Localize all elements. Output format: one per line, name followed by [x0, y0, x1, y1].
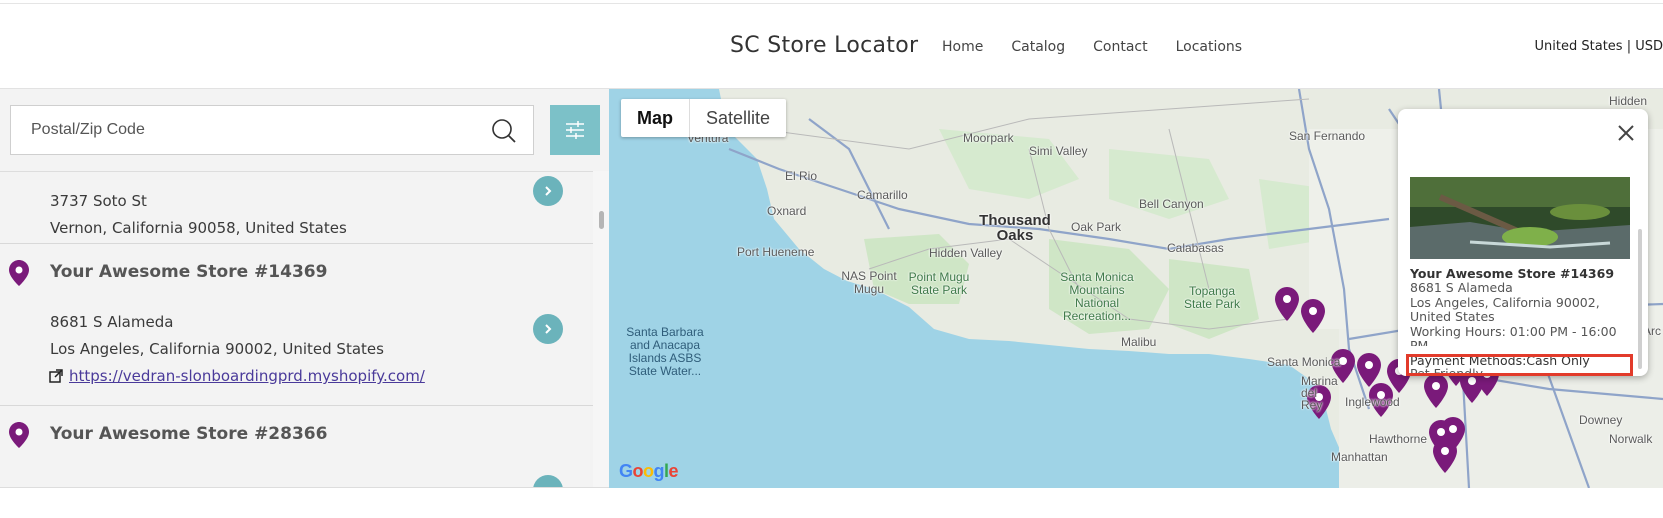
store-photo	[1410, 177, 1630, 259]
store-directions-button[interactable]	[533, 314, 563, 344]
filter-button[interactable]	[550, 105, 600, 155]
page-footer-space	[0, 488, 1663, 518]
map-label-simi-valley: Simi Valley	[1029, 144, 1088, 158]
store-list-item[interactable]: Your Awesome Store #28366	[0, 406, 593, 487]
map-label-calabasas: Calabasas	[1167, 241, 1224, 255]
map-label-camarillo: Camarillo	[857, 188, 908, 202]
map-label-nas-point-mugu: NAS Point Mugu	[841, 269, 897, 296]
map-label-santa-monica: Santa Monica	[1267, 355, 1341, 369]
store-list-panel: 3737 Soto St Vernon, California 90058, U…	[0, 89, 609, 488]
map-label-norwalk: Norwalk	[1609, 432, 1653, 446]
store-name[interactable]: Your Awesome Store #14369	[50, 262, 327, 282]
map-label-el-rio: El Rio	[785, 169, 818, 183]
popup-store-name: Your Awesome Store #14369	[1410, 266, 1615, 281]
main-nav: Home Catalog Contact Locations	[942, 39, 1242, 55]
store-website-url[interactable]: https://vedran-slonboardingprd.myshopify…	[69, 367, 425, 385]
site-title[interactable]: SC Store Locator	[730, 33, 918, 58]
map-label-hidden-valley: Hidden Valley	[929, 246, 1003, 260]
store-directions-button[interactable]	[533, 176, 563, 206]
store-address-line2: Los Angeles, California 90002, United St…	[50, 340, 384, 358]
store-address-line2: Vernon, California 90058, United States	[50, 219, 347, 237]
popup-working-hours-cont: PM	[1410, 338, 1429, 346]
nav-locations[interactable]: Locations	[1176, 39, 1243, 55]
map-type-control: Map Satellite	[621, 99, 787, 137]
nav-contact[interactable]: Contact	[1093, 39, 1147, 55]
search-icon[interactable]	[491, 118, 517, 144]
chevron-right-icon	[545, 186, 552, 196]
map-label-port-hueneme: Port Hueneme	[737, 245, 815, 259]
top-strip	[0, 0, 1663, 4]
map-label-santa-monica-mtns: Santa Monica Mountains National Recreati…	[1060, 270, 1134, 323]
locale-selector[interactable]: United States | USD	[1535, 39, 1663, 54]
popup-address-line2: Los Angeles, California 90002,	[1410, 295, 1600, 310]
store-directions-button[interactable]	[533, 475, 563, 487]
map-label-oxnard: Oxnard	[767, 204, 807, 218]
map-label-inglewood: Inglewood	[1345, 395, 1400, 409]
map-type-satellite-button[interactable]: Satellite	[690, 99, 786, 137]
popup-address-line3: United States	[1410, 309, 1495, 324]
map-label-malibu: Malibu	[1121, 335, 1157, 349]
map-label-bell-canyon: Bell Canyon	[1139, 197, 1204, 211]
popup-working-hours: Working Hours: 01:00 PM - 16:00	[1410, 324, 1617, 339]
store-info-popup: Your Awesome Store #14369 8681 S Alameda…	[1398, 109, 1648, 376]
map-label-topanga-sp: Topanga State Park	[1183, 284, 1241, 311]
store-list-item[interactable]: 3737 Soto St Vernon, California 90058, U…	[0, 172, 593, 244]
nav-home[interactable]: Home	[942, 39, 983, 55]
map-label-thousand-oaks: Thousand Oaks	[979, 212, 1051, 244]
scrollbar-thumb[interactable]	[599, 211, 604, 229]
store-address-line1: 8681 S Alameda	[50, 313, 174, 331]
popup-scrollbar[interactable]	[1638, 229, 1642, 369]
map-label-marina-del-rey: Marina del Rey	[1301, 374, 1338, 412]
map-label-point-mugu-sp: Point Mugu State Park	[908, 270, 970, 297]
map-pin-icon	[9, 422, 29, 448]
search-box	[10, 105, 534, 155]
store-address-line1: 3737 Soto St	[50, 192, 147, 210]
zip-search-input[interactable]	[11, 106, 481, 154]
list-scrollbar[interactable]	[593, 171, 609, 487]
site-header: SC Store Locator Home Catalog Contact Lo…	[0, 5, 1663, 89]
popup-address-line1: 8681 S Alameda	[1410, 280, 1513, 295]
map-label-santa-barbara-islands: Santa Barbara and Anacapa Islands ASBS S…	[626, 325, 704, 378]
payment-methods-highlight	[1406, 354, 1633, 376]
store-name[interactable]: Your Awesome Store #28366	[50, 424, 327, 444]
map-label-manhattan: Manhattan	[1331, 450, 1388, 464]
map-label-oak-park: Oak Park	[1071, 220, 1122, 234]
map-label-moorpark: Moorpark	[963, 131, 1014, 145]
google-logo: Google	[619, 461, 679, 481]
close-icon[interactable]	[1616, 123, 1636, 143]
chevron-right-icon	[545, 324, 552, 334]
map-label-san-fernando: San Fernando	[1289, 129, 1366, 143]
map-label-hidden: Hidden	[1609, 94, 1648, 108]
map-pin-icon	[9, 260, 29, 286]
sliders-icon	[566, 121, 584, 139]
store-website-link[interactable]: https://vedran-slonboardingprd.myshopify…	[49, 367, 425, 385]
map-label-hawthorne: Hawthorne	[1369, 432, 1428, 446]
map-view[interactable]: Ventura Moorpark Simi Valley El Rio Cama…	[609, 89, 1663, 488]
store-list: 3737 Soto St Vernon, California 90058, U…	[0, 171, 593, 487]
nav-catalog[interactable]: Catalog	[1011, 39, 1065, 55]
store-list-item[interactable]: Your Awesome Store #14369 8681 S Alameda…	[0, 244, 593, 406]
map-type-map-button[interactable]: Map	[621, 99, 690, 137]
external-link-icon	[49, 369, 63, 383]
map-label-downey: Downey	[1579, 413, 1623, 427]
